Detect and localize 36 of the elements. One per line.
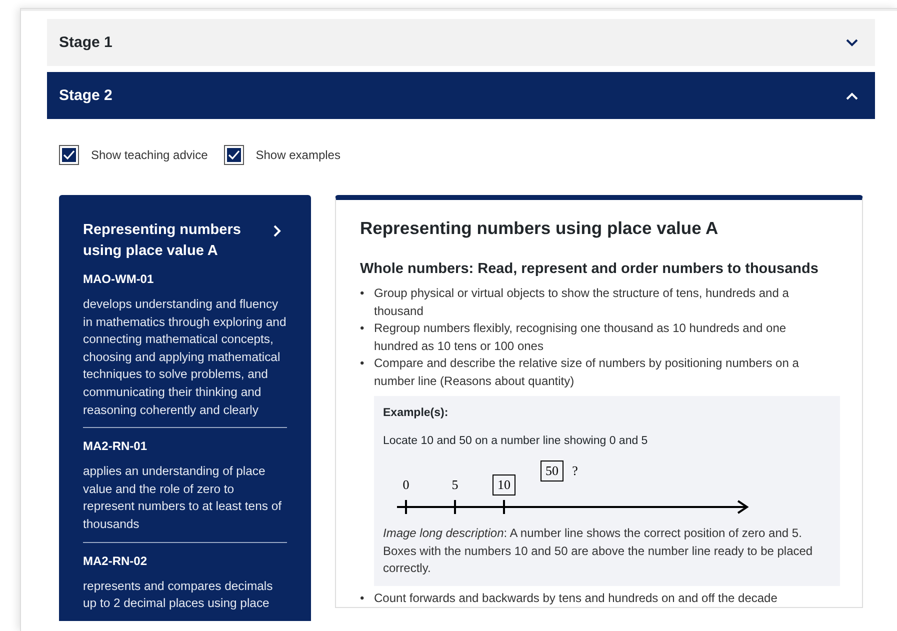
accordion-header[interactable]: Stage 2: [47, 72, 875, 119]
bullet-item: Regroup numbers flexibly, recognising one thousand as 10 hundreds and one hundred as 10 tens or 100 ones: [374, 320, 788, 354]
outcome-description: develops understanding and fluency in mathematics through exploring and connecting mathematical concepts, choosing and applying mathematical techniques to solve problems, and communicating their thinking and reasoning coherently and clearly: [83, 296, 287, 419]
outcome-description: applies an understanding of place value and the role of zero to represent numbers to at least tens of thousands: [83, 463, 282, 533]
outcome-description: represents and compares decimals up to 2 decimal places using place: [83, 578, 274, 612]
accordion-header[interactable]: Stage 1: [47, 19, 875, 66]
content-title: Representing numbers using place value A: [360, 218, 720, 239]
content-subtitle: Whole numbers: Read, represent and order numbers to thousands: [360, 261, 820, 277]
bullet-item: Group physical or virtual objects to show the structure of tens, hundreds and a thousand: [374, 285, 790, 320]
outcome-code: MAO-WM-01: [83, 272, 155, 286]
number-line-label: 5: [452, 477, 458, 492]
checkbox[interactable]: [224, 145, 244, 165]
bullet-item: Count forwards and backwards by tens and hundreds on and off the decade: [374, 590, 778, 606]
example-heading: Example(s):: [383, 407, 450, 419]
number-line-label: 0: [402, 477, 410, 492]
bullet-marker: •: [360, 355, 366, 372]
check-icon: [226, 149, 241, 161]
bullet-marker: •: [360, 590, 366, 606]
bullet-marker: •: [360, 320, 366, 337]
example-prompt: Locate 10 and 50 on a number line showing 0 and 5: [383, 435, 649, 447]
bullet-item: Compare and describe the relative size of numbers by positioning numbers on a number line (Reasons about quantity): [374, 355, 800, 390]
chevron-up-icon: [846, 92, 858, 100]
outcome-code: MA2-RN-02: [83, 554, 148, 568]
checkbox[interactable]: [59, 145, 79, 165]
chevron-right-icon[interactable]: [273, 225, 281, 237]
chevron-down-icon: [846, 38, 858, 46]
bullet-marker: •: [360, 285, 366, 302]
checkbox-label: Show teaching advice: [91, 148, 208, 162]
sidebar-title[interactable]: Representing numbers using place value A: [83, 220, 253, 262]
number-line-label: 10: [498, 477, 510, 492]
check-icon: [62, 149, 76, 161]
checkbox-label: Show examples: [256, 148, 340, 162]
number-line-label: ?: [572, 463, 578, 478]
number-line-label: 50: [546, 463, 558, 478]
outcome-code: MA2-RN-01: [83, 439, 148, 454]
image-description: Image long description: A number line shows the correct position of zero and 5. Boxes with the numbers 10 and 50 are above the number line ready to be placed correctly.: [383, 525, 814, 577]
